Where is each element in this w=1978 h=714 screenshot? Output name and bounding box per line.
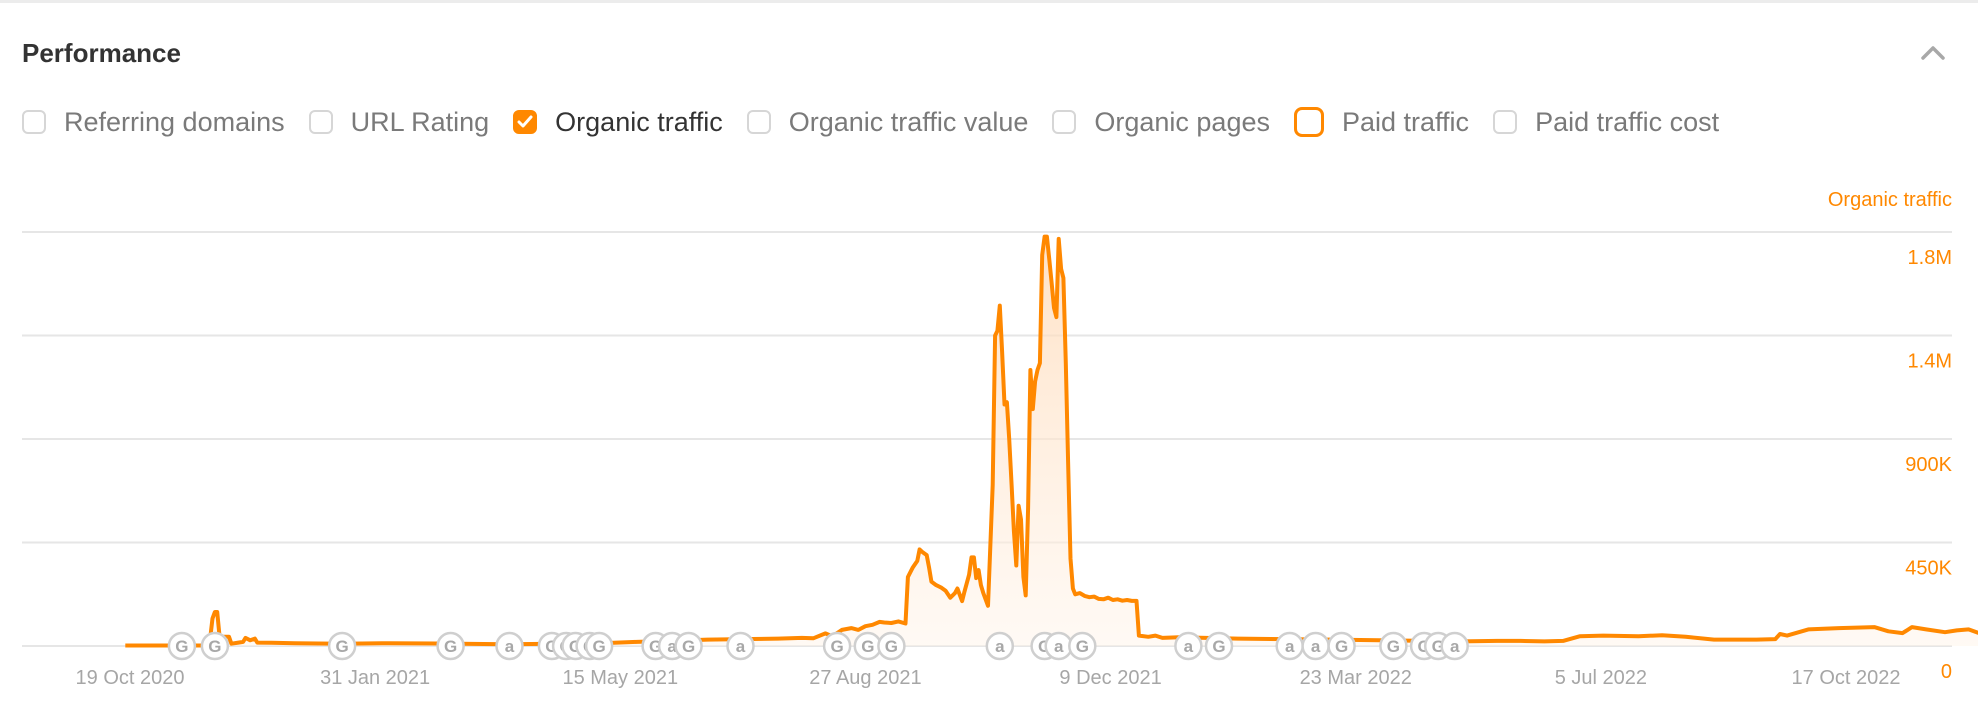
ahrefs-annotation-marker[interactable]: a [1275,631,1304,661]
annotation-glyph: G [1076,637,1089,656]
annotation-glyph: a [1054,637,1064,656]
annotation-glyph: G [861,637,874,656]
annotation-glyph: G [1335,637,1348,656]
y-tick-labels: 1.8M 1.4M 900K 450K 0 [1905,247,1952,683]
google-update-marker[interactable]: G [200,631,230,661]
checkmark-icon [517,115,533,128]
checkbox[interactable] [1493,110,1518,134]
google-update-marker[interactable]: G [1327,631,1356,661]
metric-label: Paid traffic cost [1535,106,1720,137]
annotation-glyph: G [830,637,843,656]
annotation-glyph: G [175,637,188,656]
ahrefs-annotation-marker[interactable]: a [1301,631,1330,661]
google-update-marker[interactable]: G [877,631,906,661]
annotation-glyph: G [444,637,457,656]
x-tick-labels: 19 Oct 2020 31 Jan 2021 15 May 2021 27 Aug … [76,667,1901,689]
metric-referring-domains[interactable]: Referring domains [22,107,285,138]
metric-label: Organic traffic value [788,106,1029,137]
annotation-glyph: a [505,637,515,656]
ahrefs-annotation-marker[interactable]: a [1174,631,1203,661]
annotation-glyph: a [1184,637,1194,656]
google-update-marker[interactable]: G [1068,631,1097,661]
y-axis-title: Organic traffic [1828,189,1952,211]
google-update-marker[interactable]: G [1204,631,1234,661]
metric-organic-traffic[interactable]: Organic traffic [513,107,723,138]
ahrefs-annotation-marker[interactable]: a [495,631,524,661]
annotation-glyph: G [1212,637,1225,656]
y-tick-label: 0 [1941,661,1952,683]
annotation-glyph: G [335,637,348,656]
annotation-glyph: a [1450,637,1460,656]
x-tick-label: 17 Oct 2022 [1792,667,1901,689]
metric-label: Organic traffic [555,106,723,137]
metric-paid-traffic-cost[interactable]: Paid traffic cost [1493,107,1719,138]
collapse-button[interactable] [1918,40,1948,64]
annotation-glyph: G [208,637,221,656]
chevron-up-icon [1921,46,1945,60]
google-update-marker[interactable]: G [1379,631,1408,661]
checkbox[interactable] [308,110,333,134]
ahrefs-annotation-marker[interactable]: a [1044,631,1073,661]
x-tick-label: 27 Aug 2021 [809,667,921,689]
google-update-marker[interactable]: G [327,631,357,661]
metric-label: Organic pages [1094,106,1270,137]
google-update-marker[interactable]: G [674,631,703,661]
google-update-marker[interactable]: G [584,631,614,661]
google-update-marker[interactable]: G [853,631,883,661]
x-tick-label: 23 Mar 2022 [1300,667,1412,689]
x-tick-label: 15 May 2021 [562,667,678,689]
annotation-glyph: G [592,637,605,656]
annotation-glyph: a [1311,637,1321,656]
google-update-marker[interactable]: G [822,631,852,661]
section-top-border [0,0,1978,3]
checkbox[interactable] [513,110,538,134]
section-title: Performance [22,38,181,68]
metric-url-rating[interactable]: URL Rating [308,106,490,138]
y-tick-label: 450K [1905,558,1952,580]
checkbox[interactable] [1293,107,1324,137]
annotation-glyph: a [1285,637,1295,656]
y-tick-label: 1.8M [1908,247,1952,269]
y-tick-label: 1.4M [1908,351,1952,373]
organic-traffic-chart: Organic traffic 1.8M 1.4M 900K 450K 0 19 Oct… [22,189,1978,689]
x-tick-label: 9 Dec 2021 [1059,667,1161,689]
x-tick-label: 19 Oct 2020 [76,667,185,689]
annotation-glyph: a [736,637,746,656]
ahrefs-annotation-marker[interactable]: a [1440,631,1469,661]
google-update-marker[interactable]: G [167,631,197,661]
metric-paid-traffic[interactable]: Paid traffic [1293,106,1470,138]
metric-organic-pages[interactable]: Organic pages [1052,107,1270,138]
checkbox[interactable] [1052,110,1077,134]
metric-label: URL Rating [350,106,490,137]
checkbox[interactable] [22,110,46,134]
y-tick-label: 900K [1905,454,1952,476]
x-tick-label: 5 Jul 2022 [1555,667,1647,689]
ahrefs-annotation-marker[interactable]: a [726,631,755,661]
annotation-glyph: a [995,637,1005,656]
ahrefs-annotation-marker[interactable]: a [985,631,1015,661]
metric-label: Paid traffic [1341,106,1470,137]
metric-organic-traffic-value[interactable]: Organic traffic value [746,106,1029,138]
metric-label: Referring domains [64,106,285,137]
annotation-glyph: G [1387,637,1400,656]
x-tick-label: 31 Jan 2021 [320,667,430,689]
annotation-glyph: G [885,637,898,656]
checkbox[interactable] [746,110,771,134]
metric-toggles: Referring domains URL Rating Organic tra… [22,104,1743,140]
annotation-glyph: G [682,637,695,656]
google-update-marker[interactable]: G [436,631,465,661]
